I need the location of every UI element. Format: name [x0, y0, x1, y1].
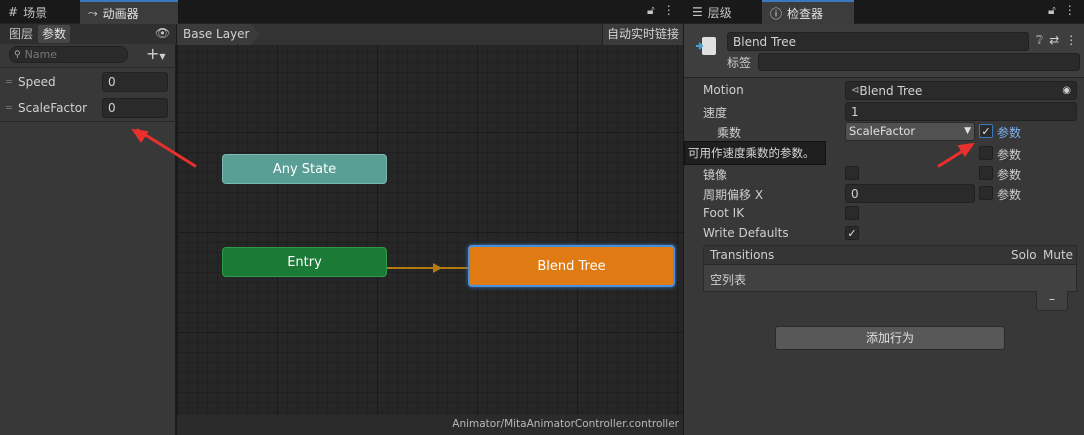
live-link-button[interactable]: 自动实时链接 [601, 24, 683, 45]
blend-tree-node[interactable]: Blend Tree [468, 245, 675, 287]
tag-label: 标签 [727, 56, 752, 70]
right-tab-controls: 🔓︎ ⋮ [1048, 3, 1076, 18]
tab-hierarchy-label: 层级 [707, 5, 732, 20]
tab-hierarchy[interactable]: ☰ 层级 [684, 0, 760, 24]
speed-input[interactable]: 1 [845, 102, 1077, 121]
object-name-input[interactable]: Blend Tree [727, 32, 1029, 51]
tab-inspector[interactable]: ⓘ 检查器 [762, 0, 854, 24]
blend-tree-small-icon: ⊲ [851, 85, 860, 96]
help-icon[interactable]: ❔︎ [1036, 33, 1043, 48]
cycle-param-checkbox-1[interactable] [979, 146, 993, 160]
right-tab-bar: ☰ 层级 ⓘ 检查器 🔓︎ ⋮ [684, 0, 1084, 24]
param-label-2: 参数 [997, 168, 1022, 182]
subtab-bar: 图层 参数 👁︎ [0, 24, 176, 44]
remove-transition-button[interactable]: – [1036, 291, 1068, 311]
foot-ik-label: Foot IK [703, 206, 745, 220]
param-row-speed[interactable]: ═ Speed 0 [0, 70, 176, 94]
more-icon[interactable]: ⋮ [663, 3, 675, 18]
transition-arrow-icon [433, 263, 442, 273]
write-defaults-label: Write Defaults [703, 226, 789, 240]
param-row-scalefactor[interactable]: ═ ScaleFactor 0 [0, 96, 176, 120]
transitions-header: Transitions Solo Mute [703, 245, 1077, 265]
more-icon[interactable]: ⋮ [1065, 33, 1077, 48]
tab-parameters[interactable]: 参数 [38, 25, 71, 43]
transition-line[interactable] [387, 267, 469, 269]
mute-label: Mute [1043, 248, 1074, 262]
entry-node[interactable]: Entry [222, 247, 387, 277]
multiplier-label: 乘数 [717, 126, 742, 140]
divider [0, 67, 176, 68]
solo-label: Solo [1011, 248, 1037, 262]
chevron-down-icon: ▼ [159, 52, 166, 61]
drag-handle-icon[interactable]: ═ [6, 77, 12, 88]
hierarchy-icon: ☰ [692, 5, 703, 19]
param-label-1: 参数 [997, 148, 1022, 162]
more-icon[interactable]: ⋮ [1064, 3, 1076, 18]
param-label-3: 参数 [997, 188, 1022, 202]
any-state-node[interactable]: Any State [222, 154, 387, 184]
tab-scene-label: 场景 [23, 5, 48, 20]
search-field[interactable]: ⚲ Name [9, 46, 128, 63]
empty-list-label: 空列表 [710, 273, 747, 287]
multiplier-param-checkbox[interactable]: ✓ [979, 124, 993, 138]
motion-label: Motion [703, 83, 744, 97]
motion-field[interactable]: ⊲ Blend Tree ◉ [845, 81, 1077, 100]
inspector-panel: Blend Tree ❔︎ ⇄ ⋮ 标签 Motion ⊲ Blend Tree ◉ 速… [684, 24, 1084, 435]
drag-handle-icon[interactable]: ═ [6, 103, 12, 114]
tooltip: 可用作速度乘数的参数。 [684, 141, 826, 165]
mirror-label: 镜像 [703, 168, 728, 182]
search-placeholder: Name [24, 48, 58, 61]
param-name: Speed [18, 75, 56, 89]
eye-icon[interactable]: 👁︎ [155, 26, 170, 40]
parameters-panel: 图层 参数 👁︎ ⚲ Name +▼ ═ Speed 0 ═ ScaleFact… [0, 24, 176, 435]
transitions-label: Transitions [710, 248, 775, 262]
grid-icon: # [8, 5, 19, 19]
param-value-input[interactable]: 0 [102, 98, 168, 118]
write-defaults-checkbox[interactable]: ✓ [845, 226, 859, 240]
info-icon: ⓘ [770, 6, 783, 21]
motion-value: Blend Tree [859, 83, 923, 98]
cycle-offset-param-checkbox[interactable] [979, 186, 993, 200]
breadcrumb[interactable]: Base Layer [177, 24, 259, 45]
mirror-param-checkbox[interactable] [979, 166, 993, 180]
mirror-checkbox[interactable] [845, 166, 859, 180]
preset-icon[interactable]: ⇄ [1049, 33, 1059, 48]
blend-tree-icon [694, 34, 718, 58]
tab-scene[interactable]: # 场景 [0, 0, 78, 24]
left-tab-controls: 🔓︎ ⋮ [647, 3, 675, 18]
tag-input[interactable] [758, 53, 1080, 71]
left-tab-bar: # 场景 ⤳ 动画器 🔓︎ ⋮ [0, 0, 683, 24]
object-picker-icon[interactable]: ◉ [1062, 85, 1071, 96]
multiplier-dropdown[interactable]: ScaleFactor ▼ [845, 122, 975, 141]
tab-animator[interactable]: ⤳ 动画器 [80, 0, 178, 24]
cycle-offset-input[interactable]: 0 [845, 184, 975, 203]
divider [0, 121, 176, 122]
search-icon: ⚲ [14, 49, 21, 60]
lock-icon[interactable]: 🔓︎ [647, 3, 655, 18]
add-parameter-button[interactable]: +▼ [146, 44, 166, 63]
transitions-list: 空列表 [703, 265, 1077, 292]
speed-label: 速度 [703, 106, 728, 120]
inspector-header: Blend Tree ❔︎ ⇄ ⋮ 标签 [684, 24, 1084, 78]
animator-icon: ⤳ [88, 5, 98, 20]
lock-icon[interactable]: 🔓︎ [1048, 3, 1056, 18]
add-behaviour-button[interactable]: 添加行为 [775, 326, 1005, 350]
multiplier-param-label: 参数 [997, 126, 1022, 140]
tab-layers[interactable]: 图层 [5, 25, 37, 43]
multiplier-value: ScaleFactor [849, 124, 916, 138]
header-icons: ❔︎ ⇄ ⋮ [1036, 33, 1077, 48]
param-value-input[interactable]: 0 [102, 72, 168, 92]
graph-canvas[interactable]: Base Layer 自动实时链接 Any State Entry Blend … [177, 24, 683, 435]
graph-toolbar: Base Layer 自动实时链接 [177, 24, 683, 45]
foot-ik-checkbox[interactable] [845, 206, 859, 220]
cycle-offset-label: 周期偏移 X [703, 188, 764, 202]
controller-path: Animator/MitaAnimatorController.controll… [452, 418, 679, 430]
tab-animator-label: 动画器 [102, 6, 139, 21]
tab-inspector-label: 检查器 [787, 6, 824, 21]
param-name: ScaleFactor [18, 101, 88, 115]
graph-footer: Animator/MitaAnimatorController.controll… [177, 415, 683, 435]
